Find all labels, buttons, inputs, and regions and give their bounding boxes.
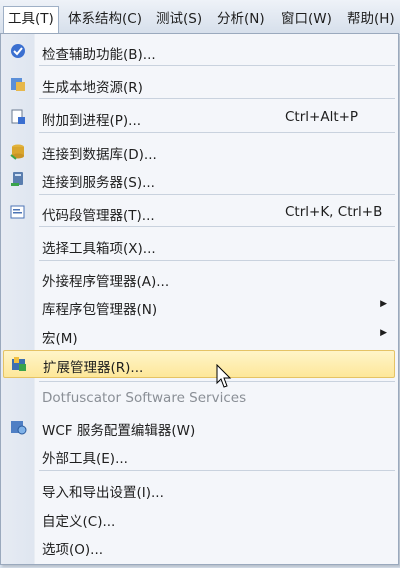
menu-item-label: 宏(M) xyxy=(42,331,78,347)
menu-tools[interactable]: 工具(T) xyxy=(3,6,59,35)
menu-item-addin-manager[interactable]: 外接程序管理器(A)... xyxy=(3,265,395,291)
menu-item-label: 选项(O)... xyxy=(42,542,104,558)
menu-item-extension-manager[interactable]: 扩展管理器(R)... xyxy=(3,350,395,378)
menu-item-choose-toolbox-items[interactable]: 选择工具箱项(X)... xyxy=(3,232,395,258)
menu-item-options[interactable]: 选项(O)... xyxy=(3,533,395,559)
menu-item-label: 库程序包管理器(N) xyxy=(42,302,158,318)
menu-item-label: Dotfuscator Software Services xyxy=(42,390,247,406)
menu-architecture[interactable]: 体系结构(C) xyxy=(64,7,146,31)
menu-item-shortcut: Ctrl+Alt+P xyxy=(285,109,359,125)
menu-window[interactable]: 窗口(W) xyxy=(277,7,336,31)
menu-item-label: 导入和导出设置(I)... xyxy=(42,485,164,501)
menu-item-generate-local-resources[interactable]: 生成本地资源(R) xyxy=(3,71,395,97)
menu-analyze[interactable]: 分析(N) xyxy=(213,7,269,31)
menu-item-label: 扩展管理器(R)... xyxy=(43,360,144,376)
menu-item-external-tools[interactable]: 外部工具(E)... xyxy=(3,442,395,468)
menu-item-library-package-manager[interactable]: 库程序包管理器(N) ▶ xyxy=(3,293,395,319)
menu-item-label: WCF 服务配置编辑器(W) xyxy=(42,423,196,439)
snippet-manager-icon xyxy=(10,205,25,219)
menu-item-import-export-settings[interactable]: 导入和导出设置(I)... xyxy=(3,476,395,502)
menu-item-wcf-service-config-editor[interactable]: WCF 服务配置编辑器(W) xyxy=(3,414,395,440)
wcf-config-icon xyxy=(11,421,27,435)
menu-item-label: 外接程序管理器(A)... xyxy=(42,274,170,290)
menu-separator xyxy=(39,260,395,261)
menu-item-label: 连接到数据库(D)... xyxy=(42,147,157,163)
menu-item-label: 附加到进程(P)... xyxy=(42,113,142,129)
connect-server-icon xyxy=(11,172,23,186)
menu-item-attach-to-process[interactable]: 附加到进程(P)... Ctrl+Alt+P xyxy=(3,104,395,130)
menu-help[interactable]: 帮助(H) xyxy=(343,7,399,31)
menu-item-label: 外部工具(E)... xyxy=(42,451,128,467)
menu-item-macros[interactable]: 宏(M) ▶ xyxy=(3,322,395,348)
mouse-cursor-icon xyxy=(216,364,232,388)
menu-item-label: 检查辅助功能(B)... xyxy=(42,47,156,63)
menu-item-connect-server[interactable]: 连接到服务器(S)... xyxy=(3,166,395,192)
menu-item-connect-database[interactable]: 连接到数据库(D)... xyxy=(3,138,395,164)
menu-bar: 工具(T) 体系结构(C) 测试(S) 分析(N) 窗口(W) 帮助(H) xyxy=(0,0,400,35)
submenu-arrow-icon: ▶ xyxy=(380,299,387,309)
attach-process-icon xyxy=(11,109,25,124)
extension-manager-icon xyxy=(12,357,26,371)
menu-separator xyxy=(39,226,395,227)
menu-item-label: 生成本地资源(R) xyxy=(42,80,143,96)
generate-resources-icon xyxy=(11,78,25,91)
menu-separator xyxy=(39,470,395,471)
menu-item-dotfuscator: Dotfuscator Software Services xyxy=(3,385,395,411)
menu-item-label: 自定义(C)... xyxy=(42,514,116,530)
connect-database-icon xyxy=(10,144,24,160)
menu-separator xyxy=(39,98,395,99)
menu-item-label: 选择工具箱项(X)... xyxy=(42,241,156,257)
menu-item-check-accessibility[interactable]: 检查辅助功能(B)... xyxy=(3,38,395,64)
menu-test[interactable]: 测试(S) xyxy=(152,7,206,31)
menu-item-label: 代码段管理器(T)... xyxy=(42,208,155,224)
menu-separator xyxy=(39,194,395,195)
menu-item-code-snippets-manager[interactable]: 代码段管理器(T)... Ctrl+K, Ctrl+B xyxy=(3,199,395,225)
tools-dropdown-menu: 检查辅助功能(B)... 生成本地资源(R) 附加到进程(P)... Ctrl+… xyxy=(0,33,399,565)
menu-separator xyxy=(39,132,395,133)
submenu-arrow-icon: ▶ xyxy=(380,328,387,338)
menu-item-label: 连接到服务器(S)... xyxy=(42,175,155,191)
accessibility-check-icon xyxy=(11,44,25,58)
menu-item-shortcut: Ctrl+K, Ctrl+B xyxy=(285,204,383,220)
menu-item-customize[interactable]: 自定义(C)... xyxy=(3,505,395,531)
menu-separator xyxy=(39,65,395,66)
